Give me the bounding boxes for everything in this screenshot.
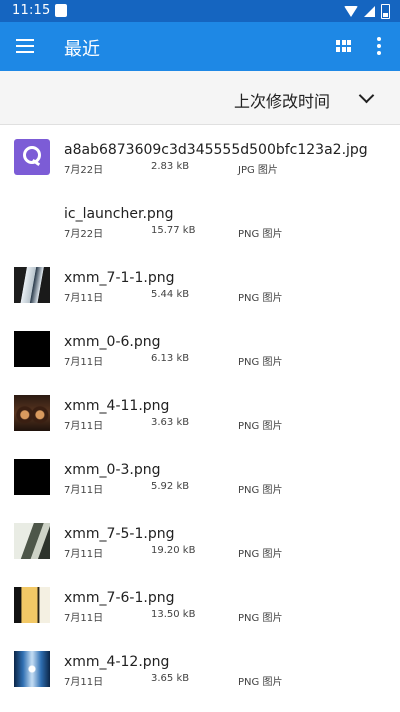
wifi-icon bbox=[344, 5, 358, 17]
file-size: 19.20 kB bbox=[151, 545, 196, 556]
file-type: PNG 图片 bbox=[238, 549, 283, 560]
file-thumbnail bbox=[14, 395, 50, 431]
file-name: xmm_0-6.png bbox=[64, 334, 161, 350]
file-date: 7月11日 bbox=[64, 613, 104, 624]
sort-label[interactable]: 上次修改时间 bbox=[234, 88, 330, 112]
sort-bar[interactable]: 上次修改时间 bbox=[0, 71, 400, 125]
notification-box-icon bbox=[55, 4, 67, 17]
file-size: 15.77 kB bbox=[151, 225, 196, 236]
file-type: JPG 图片 bbox=[238, 165, 278, 176]
file-size: 2.83 kB bbox=[151, 161, 190, 172]
menu-icon[interactable] bbox=[16, 39, 34, 53]
list-item[interactable]: xmm_0-3.png 7月11日 5.92 kB PNG 图片 bbox=[0, 444, 400, 508]
file-name: xmm_4-12.png bbox=[64, 654, 170, 670]
file-date: 7月11日 bbox=[64, 549, 104, 560]
file-list: a8ab6873609c3d345555d500bfc123a2.jpg 7月2… bbox=[0, 124, 400, 700]
file-thumbnail bbox=[14, 587, 50, 623]
list-item[interactable]: xmm_7-6-1.png 7月11日 13.50 kB PNG 图片 bbox=[0, 572, 400, 636]
file-date: 7月22日 bbox=[64, 229, 104, 240]
file-name: xmm_0-3.png bbox=[64, 462, 161, 478]
signal-icon bbox=[364, 5, 375, 17]
file-date: 7月22日 bbox=[64, 165, 104, 176]
list-item[interactable]: xmm_4-12.png 7月11日 3.65 kB PNG 图片 bbox=[0, 636, 400, 700]
file-type: PNG 图片 bbox=[238, 229, 283, 240]
file-thumbnail bbox=[14, 203, 50, 239]
app-bar: 最近 bbox=[0, 22, 400, 71]
file-name: xmm_7-1-1.png bbox=[64, 270, 175, 286]
file-thumbnail bbox=[14, 331, 50, 367]
list-item[interactable]: xmm_0-6.png 7月11日 6.13 kB PNG 图片 bbox=[0, 316, 400, 380]
file-size: 3.65 kB bbox=[151, 673, 190, 684]
file-type: PNG 图片 bbox=[238, 613, 283, 624]
file-name: ic_launcher.png bbox=[64, 206, 174, 222]
status-time: 11:15 bbox=[12, 3, 51, 18]
file-name: a8ab6873609c3d345555d500bfc123a2.jpg bbox=[64, 142, 368, 158]
page-title: 最近 bbox=[64, 39, 100, 60]
file-type: PNG 图片 bbox=[238, 677, 283, 688]
list-item[interactable]: xmm_7-1-1.png 7月11日 5.44 kB PNG 图片 bbox=[0, 252, 400, 316]
more-vert-icon[interactable] bbox=[376, 37, 382, 55]
list-item[interactable]: xmm_4-11.png 7月11日 3.63 kB PNG 图片 bbox=[0, 380, 400, 444]
list-item[interactable]: xmm_7-5-1.png 7月11日 19.20 kB PNG 图片 bbox=[0, 508, 400, 572]
list-item[interactable]: a8ab6873609c3d345555d500bfc123a2.jpg 7月2… bbox=[0, 124, 400, 188]
file-type: PNG 图片 bbox=[238, 357, 283, 368]
file-date: 7月11日 bbox=[64, 293, 104, 304]
file-date: 7月11日 bbox=[64, 677, 104, 688]
battery-icon bbox=[381, 3, 390, 19]
list-item[interactable]: ic_launcher.png 7月22日 15.77 kB PNG 图片 bbox=[0, 188, 400, 252]
file-thumbnail bbox=[14, 267, 50, 303]
file-type: PNG 图片 bbox=[238, 485, 283, 496]
file-size: 3.63 kB bbox=[151, 417, 190, 428]
file-size: 5.92 kB bbox=[151, 481, 190, 492]
file-type: PNG 图片 bbox=[238, 421, 283, 432]
file-type: PNG 图片 bbox=[238, 293, 283, 304]
chevron-down-icon[interactable] bbox=[358, 87, 375, 104]
grid-view-icon[interactable] bbox=[336, 40, 351, 52]
file-size: 5.44 kB bbox=[151, 289, 190, 300]
file-name: xmm_4-11.png bbox=[64, 398, 170, 414]
status-icons bbox=[344, 3, 390, 19]
file-thumbnail bbox=[14, 523, 50, 559]
file-name: xmm_7-5-1.png bbox=[64, 526, 175, 542]
file-name: xmm_7-6-1.png bbox=[64, 590, 175, 606]
file-date: 7月11日 bbox=[64, 357, 104, 368]
file-thumbnail bbox=[14, 139, 50, 175]
file-date: 7月11日 bbox=[64, 485, 104, 496]
file-thumbnail bbox=[14, 459, 50, 495]
file-size: 13.50 kB bbox=[151, 609, 196, 620]
file-size: 6.13 kB bbox=[151, 353, 190, 364]
file-thumbnail bbox=[14, 651, 50, 687]
status-bar: 11:15 bbox=[0, 0, 400, 22]
file-date: 7月11日 bbox=[64, 421, 104, 432]
